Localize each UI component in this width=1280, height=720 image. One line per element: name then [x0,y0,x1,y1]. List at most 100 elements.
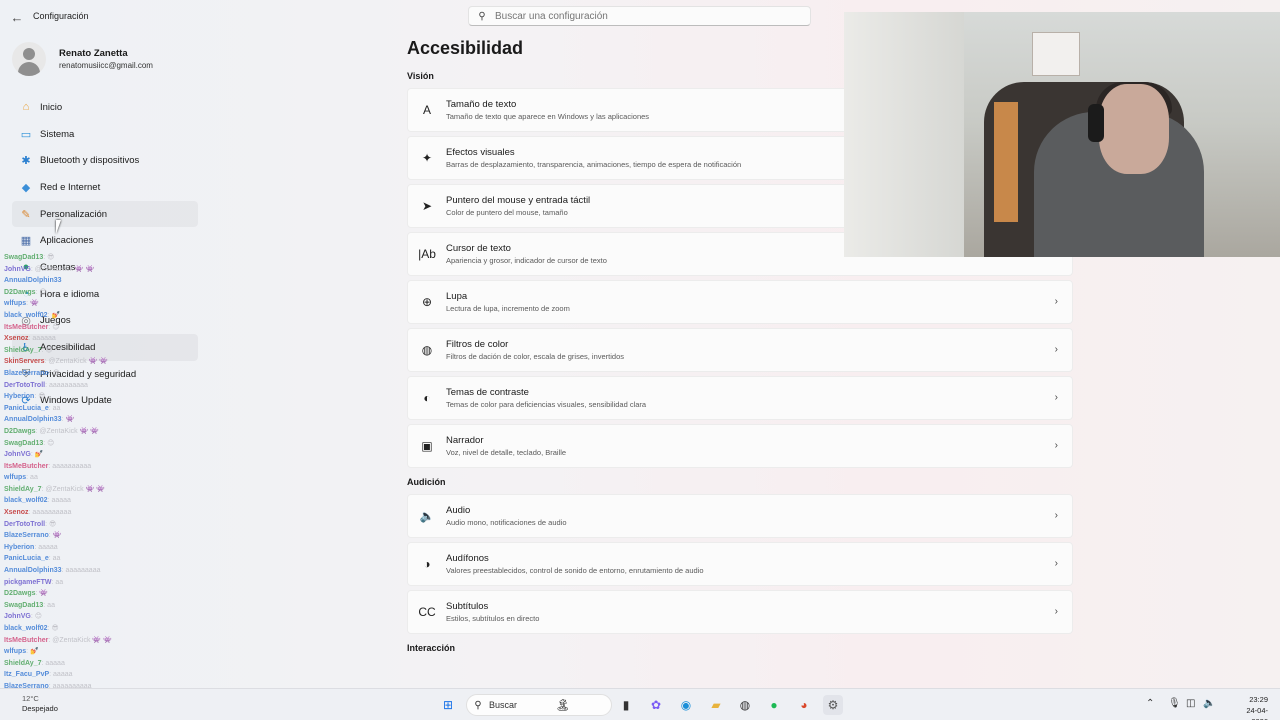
wifi-icon[interactable]: ◫ [1186,698,1195,709]
edge-icon[interactable]: ◉ [676,695,696,715]
system-icon: ▭ [20,128,32,141]
settings-search-box[interactable]: ⚲ [468,6,811,26]
chat-text: : 💅 [26,648,39,656]
setting-title: Subtítulos [446,601,489,612]
spotify-icon[interactable]: ● [764,695,784,715]
setting-card-contrast[interactable]: ◐ Temas de contraste Temas de color para d… [407,376,1073,420]
setting-card-hearing-aid[interactable]: ◑ Audífonos Valores preestablecidos, contr… [407,542,1073,586]
sidebar-item-sistema[interactable]: ▭ Sistema [12,121,198,148]
chat-text: : aaaaaaaaaa [45,381,88,389]
chat-text: : 😎 [34,393,46,401]
chat-username: ItsMeButcher [4,323,49,331]
chrome-icon[interactable]: ◕ [794,695,814,715]
chat-username: wlfups [4,648,27,656]
obs-icon[interactable]: ◍ [735,695,755,715]
chat-message: PanicLucia_e: aa [4,553,204,565]
chevron-right-icon: › [1054,510,1058,521]
clock[interactable]: 23:29 24-04-2026 [1230,694,1268,720]
setting-card-speaker[interactable]: 🔈 Audio Audio mono, notificaciones de audi… [407,494,1073,538]
sidebar-item-aplicaciones[interactable]: ▦ Aplicaciones [12,227,198,254]
sidebar-item-personalización[interactable]: ✎ Personalización [12,200,198,228]
taskbar-search[interactable]: ⚲ Buscar 🏝 [466,694,612,716]
chat-message: SwagDad13: aa [4,600,204,612]
chat-message: wlfups: 💅 [4,646,204,658]
chat-message: pickgameFTW: aa [4,577,204,589]
user-profile[interactable]: Renato Zanetta renatomusiicc@gmail.com [12,42,153,76]
setting-description: Tamaño de texto que aparece en Windows y… [446,112,650,121]
settings-icon[interactable]: ⚙ [823,695,843,715]
chat-text: : 👾 [35,590,49,598]
chat-username: JohnVG [4,265,31,273]
chat-message: AnnualDolphin33: 👾 [4,414,204,426]
webcam-overlay [844,12,1280,257]
contrast-icon: ◐ [423,391,431,405]
copilot-icon[interactable]: ✿ [646,695,666,715]
chevron-up-icon[interactable]: ⌃ [1146,698,1154,709]
chevron-right-icon: › [1054,606,1058,617]
captions-icon: CC [418,605,436,619]
chat-message: Hyberion: 😎 [4,391,204,403]
chat-username: wlfups [4,474,27,482]
chat-username: AnnualDolphin33 [4,277,62,285]
task-view-icon[interactable]: ▮ [616,695,636,715]
settings-search-input[interactable] [495,10,795,22]
chat-username: Itz_Facu_PvP [4,671,50,679]
setting-card-narrator[interactable]: ▣ Narrador Voz, nivel de detalle, teclado,… [407,424,1073,468]
chat-text: : @ZentaKick 👾 👾 [35,427,99,435]
chat-text: : aaaaaaaaaa [28,509,72,517]
chat-username: PanicLucia_e [4,555,49,563]
chat-username: JohnVG [4,613,31,621]
chat-message: BlazeSerrano: 👾 [4,530,204,542]
sidebar-item-bluetooth-y-dispositivos[interactable]: ✱ Bluetooth y dispositivos [12,147,198,174]
weather-widget[interactable]: 12°C Despejado [22,694,58,714]
brush-icon: ✎ [21,208,31,221]
chat-text: : aa [51,578,64,586]
sidebar-item-label: Bluetooth y dispositivos [40,155,140,167]
mouse-cursor-icon [56,220,66,234]
sidebar-item-red-e-internet[interactable]: ◆ Red e Internet [12,174,198,201]
setting-card-magnifier[interactable]: ⊕ Lupa Lectura de lupa, incremento de zoom… [407,280,1073,324]
search-icon: ⚲ [478,10,486,22]
magnifier-icon: ⊕ [421,295,433,309]
sidebar-item-label: Aplicaciones [40,235,94,247]
setting-card-captions[interactable]: CC Subtítulos Estilos, subtítulos en direc… [407,590,1073,634]
color-filters-icon: ◍ [421,343,433,357]
windows-start-icon[interactable]: ⊞ [438,695,458,715]
file-explorer-icon[interactable]: ▰ [706,695,726,715]
taskbar-search-label: Buscar [489,700,518,710]
back-arrow-icon[interactable]: ← [8,8,26,26]
chat-text: : aaaaa [47,497,71,505]
setting-title: Filtros de color [446,339,509,350]
profile-name: Renato Zanetta [59,48,128,59]
chat-message: BlazeSerrano: 😎 [4,368,204,380]
chat-text: : 😎 [47,625,59,632]
chat-message: D2Dawgs: 👾 [4,588,204,600]
chat-username: SkinServers [4,358,45,366]
sidebar-item-inicio[interactable]: ⌂ Inicio [12,94,198,121]
setting-description: Temas de color para deficiencias visuale… [446,400,647,409]
chat-username: Hyberion [4,543,35,551]
text-cursor-icon: |Ab [418,247,436,261]
chat-username: SwagDad13 [4,439,44,447]
volume-icon[interactable]: 🔈 [1203,698,1215,709]
chevron-right-icon: › [1054,392,1058,403]
chat-text: : 😊 [35,288,47,296]
weather-text: Despejado [22,704,58,713]
app-title: Configuración [33,11,89,21]
chat-username: ShieldAy_7 [4,346,42,354]
microphone-icon[interactable]: 🎙 [1168,698,1181,709]
chat-username: ItsMeButcher [4,462,49,470]
chat-text: : aa [48,555,61,563]
chat-message: DerTotoTroll: aaaaaaaaaa [4,380,204,392]
setting-description: Color de puntero del mouse, tamaño [446,208,568,217]
chat-username: ShieldAy_7 [4,659,42,667]
setting-description: Filtros de dación de color, escala de gr… [446,352,625,361]
setting-title: Temas de contraste [446,387,529,398]
clock-date: 24-04-2026 [1246,706,1268,720]
network-icon: ◆ [21,181,31,194]
chat-username: D2Dawgs [4,427,36,435]
sidebar-item-label: Red e Internet [40,181,101,193]
setting-description: Estilos, subtítulos en directo [446,614,540,623]
setting-card-color-filters[interactable]: ◍ Filtros de color Filtros de dación de co… [407,328,1073,372]
chat-text: : 😊 [48,323,60,331]
